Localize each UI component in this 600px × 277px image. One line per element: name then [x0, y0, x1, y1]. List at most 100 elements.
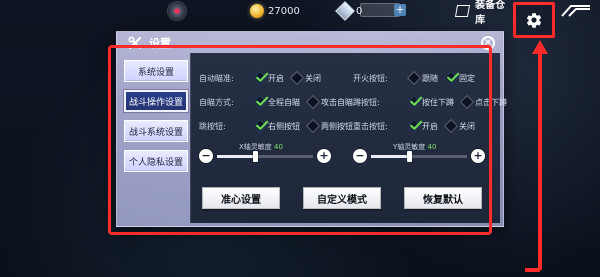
- sidebar-item-label: 战斗操作设置: [128, 97, 183, 108]
- y-sensitivity-fill: [371, 155, 410, 158]
- setting-label: 自瞄方式:: [199, 97, 234, 107]
- option-crouch-tap[interactable]: 点击下蹲: [459, 94, 507, 110]
- option-auto-aim-on[interactable]: 开启: [252, 70, 284, 86]
- setting-row-heavy-attack: 重击按钮: 开启 关闭: [353, 117, 483, 135]
- sidebar-item-combat-system[interactable]: 战斗系统设置: [124, 120, 188, 142]
- dialog-header: 设置 ×: [117, 32, 505, 54]
- option-label: 开启: [268, 73, 284, 83]
- x-sensitivity-fill: [217, 155, 256, 158]
- y-sensitivity-track[interactable]: [371, 151, 467, 162]
- slider-label-text: X轴灵敏度: [239, 143, 272, 151]
- setting-label: 跳按钮:: [199, 121, 226, 131]
- x-sensitivity-track[interactable]: [217, 151, 313, 162]
- option-label: 关闭: [459, 121, 475, 131]
- setting-row-aim-mode: 自瞄方式: 全程自瞄 攻击自瞄: [199, 93, 361, 111]
- slider-value: 40: [427, 143, 437, 151]
- restore-defaults-button[interactable]: 恢复默认: [404, 187, 482, 209]
- x-sensitivity-label: X轴灵敏度 40: [239, 142, 283, 152]
- custom-mode-button[interactable]: 自定义模式: [303, 187, 381, 209]
- top-hud: 27000 0 + 装备仓库: [0, 0, 600, 38]
- y-sensitivity-decrease-button[interactable]: −: [353, 149, 367, 163]
- x-sensitivity-knob[interactable]: [253, 151, 259, 162]
- setting-label: 蹲按钮:: [353, 97, 380, 107]
- checkbox-icon: [406, 118, 423, 134]
- pointer-arrow: [500, 40, 555, 277]
- arrow-icon: [500, 40, 548, 272]
- button-label: 恢复默认: [423, 194, 463, 206]
- settings-sidebar: 系统设置 战斗操作设置 战斗系统设置 个人隐私设置: [124, 60, 188, 172]
- option-crouch-hold[interactable]: 按住下蹲: [406, 94, 454, 110]
- checkbox-icon: [289, 70, 305, 86]
- dialog-title: 设置: [149, 37, 171, 50]
- checkbox-icon: [252, 70, 269, 86]
- checkbox-icon: [305, 118, 321, 134]
- option-jump-both[interactable]: 两侧按钮: [305, 118, 353, 134]
- option-heavy-off[interactable]: 关闭: [443, 118, 475, 134]
- option-label: 点击下蹲: [475, 97, 507, 107]
- top-right-badge[interactable]: [561, 3, 591, 19]
- slider-value: 40: [274, 143, 283, 151]
- option-label: 跟随: [422, 73, 438, 83]
- settings-gear-button[interactable]: [513, 2, 555, 38]
- option-fire-follow[interactable]: 跟随: [406, 70, 438, 86]
- checkbox-icon: [459, 94, 475, 110]
- close-icon: ×: [483, 37, 493, 48]
- checkbox-icon: [252, 118, 269, 134]
- gem-icon: [335, 1, 355, 21]
- option-aim-mode-attack[interactable]: 攻击自瞄: [305, 94, 353, 110]
- option-aim-mode-full[interactable]: 全程自瞄: [252, 94, 300, 110]
- warehouse-label: 装备仓库: [475, 0, 506, 26]
- tools-icon: [127, 35, 143, 51]
- y-sensitivity-label: Y轴灵敏度 40: [393, 142, 436, 152]
- add-gems-button[interactable]: +: [394, 4, 406, 16]
- sidebar-item-system[interactable]: 系统设置: [124, 60, 188, 82]
- option-label: 开启: [422, 121, 438, 131]
- option-label: 固定: [459, 73, 475, 83]
- close-button[interactable]: ×: [481, 36, 495, 50]
- sidebar-item-privacy[interactable]: 个人隐私设置: [124, 150, 188, 172]
- sidebar-item-label: 系统设置: [137, 67, 174, 78]
- option-jump-right[interactable]: 右侧按钮: [252, 118, 300, 134]
- button-label: 准心设置: [221, 194, 261, 206]
- warehouse-icon: [454, 5, 471, 17]
- y-sensitivity-increase-button[interactable]: +: [471, 149, 485, 163]
- checkbox-icon: [443, 70, 460, 86]
- x-sensitivity-slider: X轴灵敏度 40 − +: [199, 142, 339, 166]
- sidebar-item-label: 个人隐私设置: [128, 157, 183, 168]
- setting-label: 自动瞄准:: [199, 73, 234, 83]
- equipment-warehouse-button[interactable]: 装备仓库: [454, 0, 512, 26]
- option-auto-aim-off[interactable]: 关闭: [289, 70, 321, 86]
- setting-row-auto-aim: 自动瞄准: 开启 关闭: [199, 69, 329, 87]
- y-sensitivity-knob[interactable]: [407, 151, 413, 162]
- option-label: 两侧按钮: [321, 121, 353, 131]
- y-sensitivity-slider: Y轴灵敏度 40 − +: [353, 142, 493, 166]
- gem-amount: 0: [356, 5, 363, 17]
- option-label: 攻击自瞄: [321, 97, 353, 107]
- option-fire-fixed[interactable]: 固定: [443, 70, 475, 86]
- checkbox-icon: [443, 118, 459, 134]
- gem-counter: 0: [335, 1, 400, 21]
- coin-amount: 27000: [268, 5, 300, 17]
- checkbox-icon: [406, 70, 422, 86]
- sidebar-item-combat-controls[interactable]: 战斗操作设置: [124, 90, 188, 112]
- setting-row-crouch-button: 蹲按钮: 按住下蹲 点击下蹲: [353, 93, 515, 111]
- sidebar-item-label: 战斗系统设置: [128, 127, 183, 138]
- emblem-icon: [561, 5, 590, 17]
- setting-label: 开火按钮:: [353, 73, 388, 83]
- coin-icon: [250, 4, 264, 18]
- checkbox-icon: [406, 94, 423, 110]
- option-heavy-on[interactable]: 开启: [406, 118, 438, 134]
- slider-label-text: Y轴灵敏度: [393, 143, 426, 151]
- checkbox-icon: [305, 94, 321, 110]
- setting-label: 重击按钮:: [353, 121, 388, 131]
- x-sensitivity-increase-button[interactable]: +: [317, 149, 331, 163]
- button-label: 自定义模式: [317, 194, 367, 206]
- setting-row-jump-button: 跳按钮: 右侧按钮 两侧按钮: [199, 117, 361, 135]
- x-sensitivity-decrease-button[interactable]: −: [199, 149, 213, 163]
- option-label: 全程自瞄: [268, 97, 300, 107]
- option-label: 按住下蹲: [422, 97, 454, 107]
- crosshair-settings-button[interactable]: 准心设置: [202, 187, 280, 209]
- game-screen: 27000 0 + 装备仓库 设置 × 系统设置 战斗操作设置 战斗系统设置 个…: [0, 0, 600, 277]
- gear-icon: [526, 13, 542, 28]
- option-label: 右侧按钮: [268, 121, 300, 131]
